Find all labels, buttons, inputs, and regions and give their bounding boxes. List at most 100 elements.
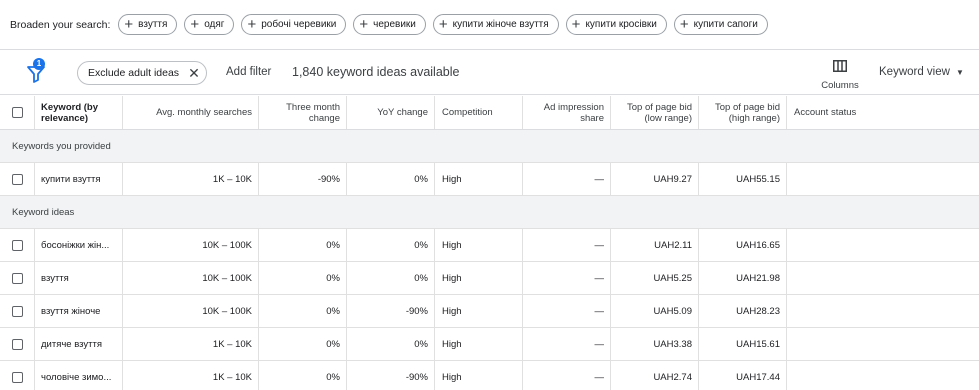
bid-high-cell: UAH17.44 [699,361,787,390]
columns-icon [833,60,847,72]
select-all-cell [0,96,35,129]
keyword-text: чоловіче зимо... [41,371,112,383]
ad-impression-share-cell: — [523,328,611,360]
chip-label: одяг [204,19,225,30]
ad-impression-share-cell: — [523,163,611,195]
ad-impression-share-cell: — [523,295,611,327]
keyword-view-label: Keyword view [879,66,950,78]
row-checkbox-cell [0,361,35,390]
account-status-cell [787,163,979,195]
row-checkbox[interactable] [11,239,23,251]
plus-icon: + [438,16,448,33]
keyword-cell: купити взуття [35,163,123,195]
header-three-month-change[interactable]: Three month change [259,96,347,129]
account-status-cell [787,262,979,294]
table-row[interactable]: дитяче взуття 1K – 10K 0% 0% High — UAH3.38 UAH… [0,328,979,361]
keyword-view-dropdown[interactable]: Keyword view ▼ [879,66,964,78]
keyword-cell: взуття жіноче [35,295,123,327]
account-status-cell [787,295,979,327]
table-row[interactable]: босоніжки жін... 10K – 100K 0% 0% High — UAH2.… [0,229,979,262]
broaden-chip[interactable]: + купити кросівки [565,14,667,35]
bid-low-cell: UAH2.74 [611,361,699,390]
competition-cell: High [435,229,523,261]
keyword-text: купити взуття [41,173,101,185]
three-month-change-cell: -90% [259,163,347,195]
bid-low-cell: UAH5.25 [611,262,699,294]
bid-low-cell: UAH3.38 [611,328,699,360]
filter-bar: 1 Exclude adult ideas ✕ Add filter 1,840… [0,51,979,95]
competition-cell: High [435,328,523,360]
bid-high-cell: UAH28.23 [699,295,787,327]
keyword-text: босоніжки жін... [41,239,110,251]
avg-monthly-searches-cell: 10K – 100K [123,262,259,294]
row-checkbox[interactable] [11,305,23,317]
row-checkbox-cell [0,328,35,360]
chip-label: купити жіноче взуття [452,19,549,30]
group-keyword-ideas: Keyword ideas [0,196,979,229]
ad-impression-share-cell: — [523,361,611,390]
table-row[interactable]: купити взуття 1K – 10K -90% 0% High — UAH9.27 U… [0,163,979,196]
broaden-chip[interactable]: + взуття [118,14,178,35]
three-month-change-cell: 0% [259,328,347,360]
three-month-change-cell: 0% [259,262,347,294]
ad-impression-share-cell: — [523,262,611,294]
columns-button[interactable]: Columns [816,57,864,91]
yoy-change-cell: 0% [347,328,435,360]
broaden-chip[interactable]: + купити жіноче взуття [432,14,559,35]
keyword-cell: взуття [35,262,123,294]
account-status-cell [787,229,979,261]
header-bid-high[interactable]: Top of page bid (high range) [699,96,787,129]
keyword-table: Keyword (by relevance) Avg. monthly sear… [0,96,979,390]
filter-count-badge: 1 [33,58,45,70]
three-month-change-cell: 0% [259,361,347,390]
account-status-cell [787,328,979,360]
avg-monthly-searches-cell: 10K – 100K [123,229,259,261]
header-bid-low[interactable]: Top of page bid (low range) [611,96,699,129]
caret-down-icon: ▼ [955,67,964,77]
close-icon[interactable]: ✕ [188,66,200,80]
header-yoy-change[interactable]: YoY change [347,96,435,129]
columns-label: Columns [821,80,859,91]
keyword-cell: чоловіче зимо... [35,361,123,390]
broaden-chip[interactable]: + одяг [184,14,235,35]
table-row[interactable]: взуття жіноче 10K – 100K 0% -90% High — UAH5.0… [0,295,979,328]
chip-label: купити сапоги [693,19,758,30]
row-checkbox[interactable] [11,272,23,284]
chip-label: взуття [138,19,168,30]
bid-high-cell: UAH55.15 [699,163,787,195]
yoy-change-cell: 0% [347,163,435,195]
broaden-chip[interactable]: + черевики [353,14,426,35]
add-filter-button[interactable]: Add filter [226,66,271,78]
avg-monthly-searches-cell: 10K – 100K [123,295,259,327]
header-avg-monthly-searches[interactable]: Avg. monthly searches [123,96,259,129]
yoy-change-cell: 0% [347,262,435,294]
ad-impression-share-cell: — [523,229,611,261]
bid-high-cell: UAH15.61 [699,328,787,360]
exclude-adult-chip[interactable]: Exclude adult ideas ✕ [77,61,207,85]
row-checkbox[interactable] [11,371,23,383]
bid-high-cell: UAH21.98 [699,262,787,294]
bid-low-cell: UAH9.27 [611,163,699,195]
plus-icon: + [359,16,369,33]
plus-icon: + [571,16,581,33]
select-all-checkbox[interactable] [11,107,23,118]
header-account-status[interactable]: Account status [787,96,979,129]
keyword-text: взуття [41,272,69,284]
broaden-label: Broaden your search: [10,18,111,31]
chip-label: робочі черевики [261,19,337,30]
header-keyword[interactable]: Keyword (by relevance) [35,96,123,129]
chip-label: купити кросівки [585,19,657,30]
group-keywords-provided: Keywords you provided [0,130,979,163]
broaden-chip[interactable]: + купити сапоги [673,14,768,35]
exclude-adult-label: Exclude adult ideas [88,67,180,79]
row-checkbox[interactable] [11,173,23,185]
header-competition[interactable]: Competition [435,96,523,129]
chip-label: черевики [373,19,416,30]
table-row[interactable]: взуття 10K – 100K 0% 0% High — UAH5.25 UAH21.98 [0,262,979,295]
three-month-change-cell: 0% [259,295,347,327]
table-row[interactable]: чоловіче зимо... 1K – 10K 0% -90% High — UAH2.… [0,361,979,390]
table-header: Keyword (by relevance) Avg. monthly sear… [0,96,979,130]
broaden-chip[interactable]: + робочі черевики [241,14,347,35]
row-checkbox[interactable] [11,338,23,350]
header-ad-impression-share[interactable]: Ad impression share [523,96,611,129]
